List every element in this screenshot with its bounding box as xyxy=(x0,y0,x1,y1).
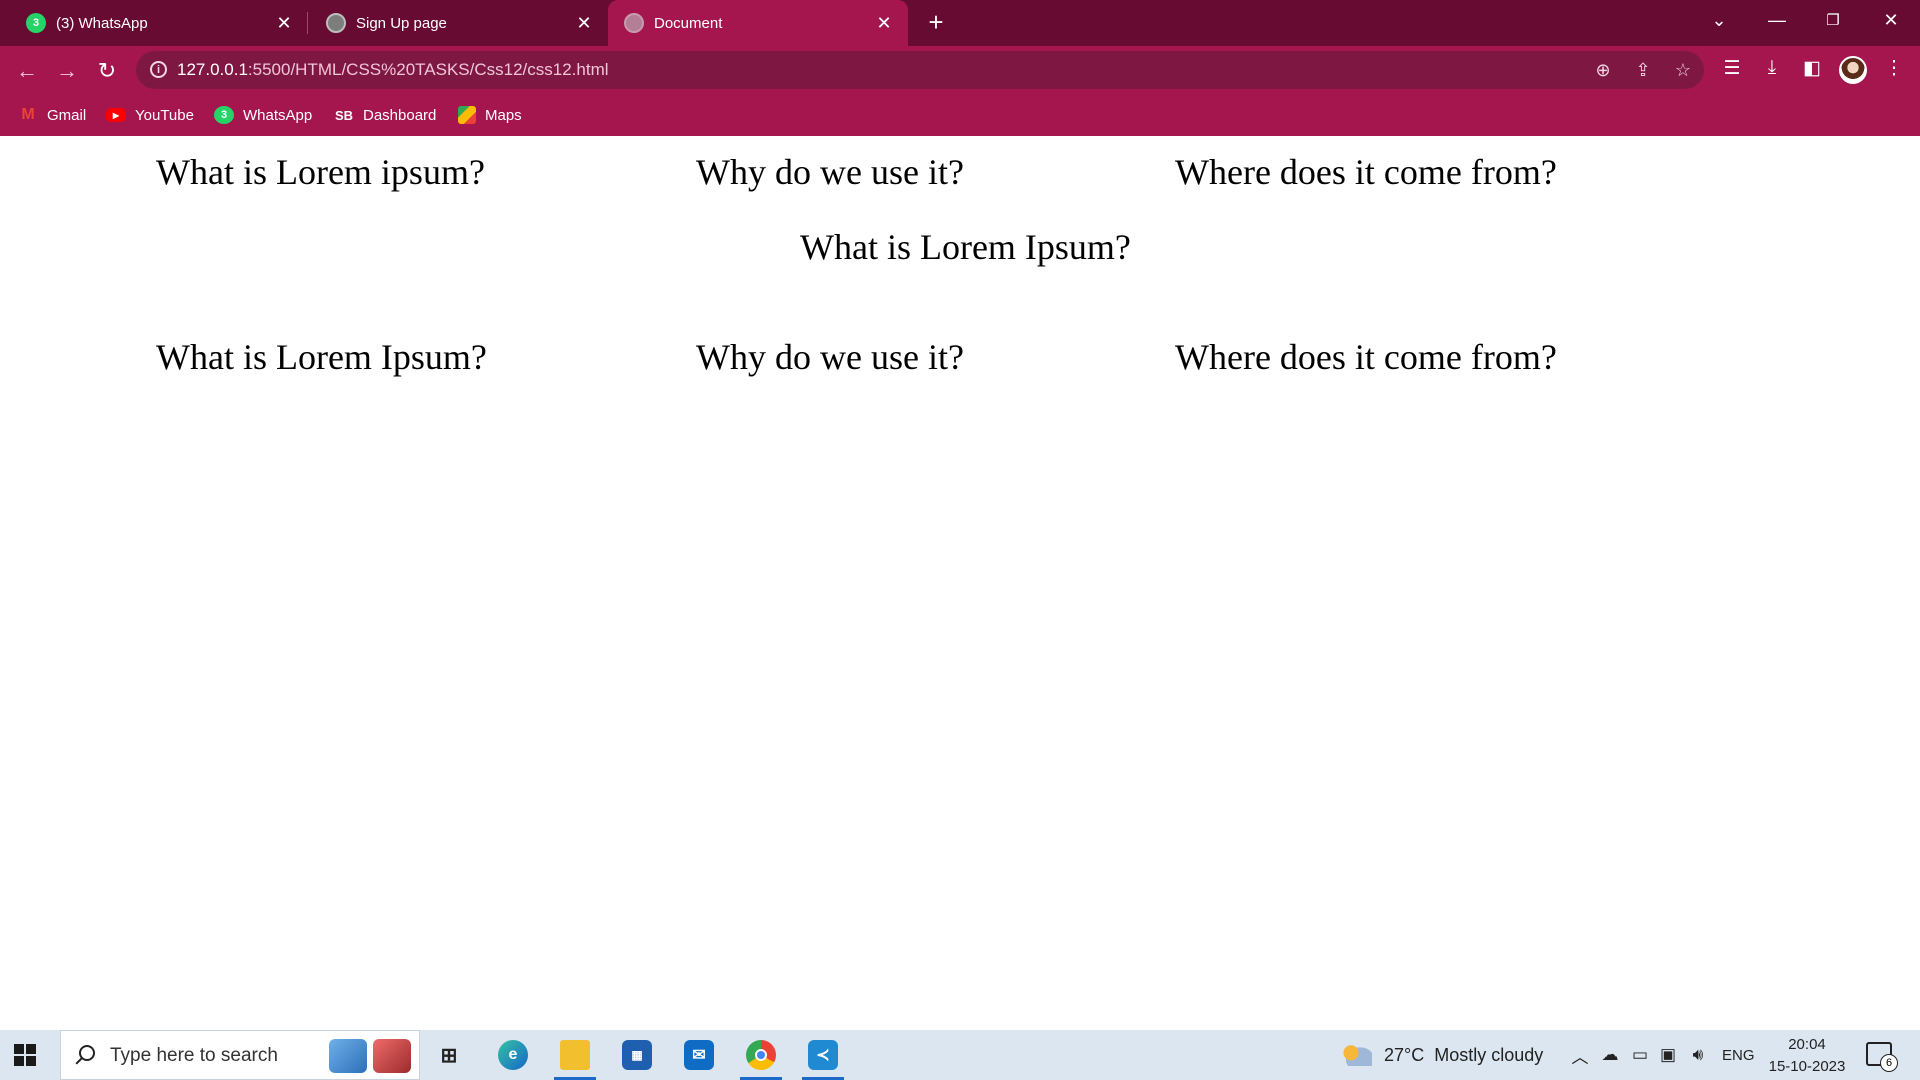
heading-where-does-it-come-from: Where does it come from? xyxy=(1175,152,1557,192)
file-explorer-icon[interactable] xyxy=(546,1030,604,1080)
sb-icon: SB xyxy=(334,107,354,123)
bookmark-label: WhatsApp xyxy=(243,106,313,124)
search-highlight-icon xyxy=(329,1039,413,1075)
globe-icon xyxy=(326,13,346,33)
windows-start-icon[interactable] xyxy=(14,1044,36,1066)
tab-whatsapp[interactable]: 3 (3) WhatsApp ✕ xyxy=(0,0,308,46)
taskbar-search[interactable]: Type here to search xyxy=(60,1030,420,1080)
weather-desc: Mostly cloudy xyxy=(1434,1044,1544,1065)
clock-time: 20:04 xyxy=(1788,1036,1826,1053)
tab-sign-up-page[interactable]: Sign Up page ✕ xyxy=(308,0,608,46)
language-indicator[interactable]: ENG xyxy=(1722,1030,1755,1080)
minimize-button[interactable]: — xyxy=(1752,0,1802,40)
close-icon[interactable]: ✕ xyxy=(574,13,594,33)
bookmark-whatsapp[interactable]: 3 WhatsApp xyxy=(214,103,312,127)
notification-center-icon[interactable]: 6 xyxy=(1866,1042,1898,1072)
reading-list-icon[interactable]: ☰ xyxy=(1718,54,1746,82)
heading-why-do-we-use-it-2: Why do we use it? xyxy=(696,337,964,377)
chevron-up-icon[interactable]: ︿ xyxy=(1568,1043,1592,1067)
vscode-icon[interactable]: ≺ xyxy=(794,1030,852,1080)
zoom-icon[interactable]: ⊕ xyxy=(1592,59,1614,81)
clock[interactable]: 20:04 15-10-2023 xyxy=(1762,1034,1852,1078)
bookmark-label: Dashboard xyxy=(363,106,437,124)
gmail-icon: M xyxy=(21,106,35,123)
url-text[interactable]: 127.0.0.1:5500/HTML/CSS%20TASKS/Css12/cs… xyxy=(177,60,609,80)
profile-avatar[interactable] xyxy=(1839,56,1867,84)
bookmark-maps[interactable]: Maps xyxy=(458,103,522,127)
url-host: 127.0.0.1 xyxy=(177,60,248,79)
weather-widget[interactable]: 27°C Mostly cloudy xyxy=(1342,1030,1543,1080)
camera-icon[interactable]: ▣ xyxy=(1656,1043,1680,1067)
youtube-icon: ▶ xyxy=(106,108,126,122)
bookmark-label: Maps xyxy=(485,106,522,124)
whatsapp-icon: 3 xyxy=(214,106,234,124)
maps-icon xyxy=(458,106,476,124)
side-panel-icon[interactable]: ◧ xyxy=(1798,54,1826,82)
tab-document[interactable]: Document ✕ xyxy=(608,0,908,46)
search-icon xyxy=(79,1045,95,1061)
tab-search-icon[interactable]: ⌄ xyxy=(1694,0,1744,40)
page-content: What is Lorem ipsum? Why do we use it? W… xyxy=(0,136,1920,1030)
heading-why-do-we-use-it: Why do we use it? xyxy=(696,152,964,192)
globe-icon xyxy=(624,13,644,33)
bookmark-dashboard[interactable]: SB Dashboard xyxy=(334,103,436,127)
bookmark-label: YouTube xyxy=(135,106,194,124)
edge-icon[interactable]: e xyxy=(484,1030,542,1080)
close-icon[interactable]: ✕ xyxy=(874,13,894,33)
share-icon[interactable]: ⇪ xyxy=(1632,59,1654,81)
whatsapp-icon: 3 xyxy=(26,13,46,33)
tab-title: (3) WhatsApp xyxy=(56,14,148,32)
store-icon[interactable]: ▦ xyxy=(608,1030,666,1080)
new-tab-button[interactable]: + xyxy=(921,8,951,38)
volume-icon[interactable]: 🔊︎ xyxy=(1686,1043,1710,1067)
tab-title: Sign Up page xyxy=(356,14,447,32)
close-icon[interactable]: ✕ xyxy=(274,13,294,33)
heading-what-is-lorem-ipsum-2: What is Lorem Ipsum? xyxy=(156,337,487,377)
download-icon[interactable]: ⤓ xyxy=(1758,54,1786,82)
heading-what-is-lorem-ipsum: What is Lorem ipsum? xyxy=(156,152,485,192)
restore-button[interactable]: ❐ xyxy=(1808,0,1858,40)
bookmark-gmail[interactable]: M Gmail xyxy=(18,103,86,127)
site-info-icon[interactable]: i xyxy=(150,61,167,78)
bookmark-star-icon[interactable]: ☆ xyxy=(1672,59,1694,81)
reload-button[interactable]: ↻ xyxy=(92,56,122,86)
heading-where-does-it-come-from-2: Where does it come from? xyxy=(1175,337,1557,377)
battery-icon[interactable]: ▭ xyxy=(1628,1043,1652,1067)
address-bar[interactable]: i 127.0.0.1:5500/HTML/CSS%20TASKS/Css12/… xyxy=(136,51,1704,89)
weather-temp: 27°C xyxy=(1384,1044,1425,1065)
windows-taskbar: Type here to search ⊞ e ▦ ✉ ≺ 27°C Mostl… xyxy=(0,1030,1920,1080)
tab-strip: 3 (3) WhatsApp ✕ Sign Up page ✕ Document… xyxy=(0,0,1920,46)
bookmark-youtube[interactable]: ▶ YouTube xyxy=(106,103,194,127)
heading-center: What is Lorem Ipsum? xyxy=(800,227,1131,267)
toolbar: ← → ↻ i 127.0.0.1:5500/HTML/CSS%20TASKS/… xyxy=(0,46,1920,94)
search-placeholder: Type here to search xyxy=(110,1045,278,1066)
forward-button[interactable]: → xyxy=(52,56,82,86)
url-path: :5500/HTML/CSS%20TASKS/Css12/css12.html xyxy=(247,60,609,79)
menu-icon[interactable]: ⋮ xyxy=(1880,54,1908,82)
close-window-button[interactable]: ✕ xyxy=(1866,0,1916,40)
notification-badge: 6 xyxy=(1880,1054,1898,1072)
onedrive-icon[interactable]: ☁ xyxy=(1598,1043,1622,1067)
task-view-icon[interactable]: ⊞ xyxy=(420,1030,478,1080)
chrome-icon[interactable] xyxy=(732,1030,790,1080)
cloudy-weather-icon xyxy=(1342,1044,1372,1066)
bookmarks-bar: M Gmail ▶ YouTube 3 WhatsApp SB Dashboar… xyxy=(0,94,1920,136)
clock-date: 15-10-2023 xyxy=(1768,1058,1846,1075)
tab-title: Document xyxy=(654,14,723,32)
bookmark-label: Gmail xyxy=(47,106,87,124)
mail-icon[interactable]: ✉ xyxy=(670,1030,728,1080)
back-button[interactable]: ← xyxy=(12,56,42,86)
